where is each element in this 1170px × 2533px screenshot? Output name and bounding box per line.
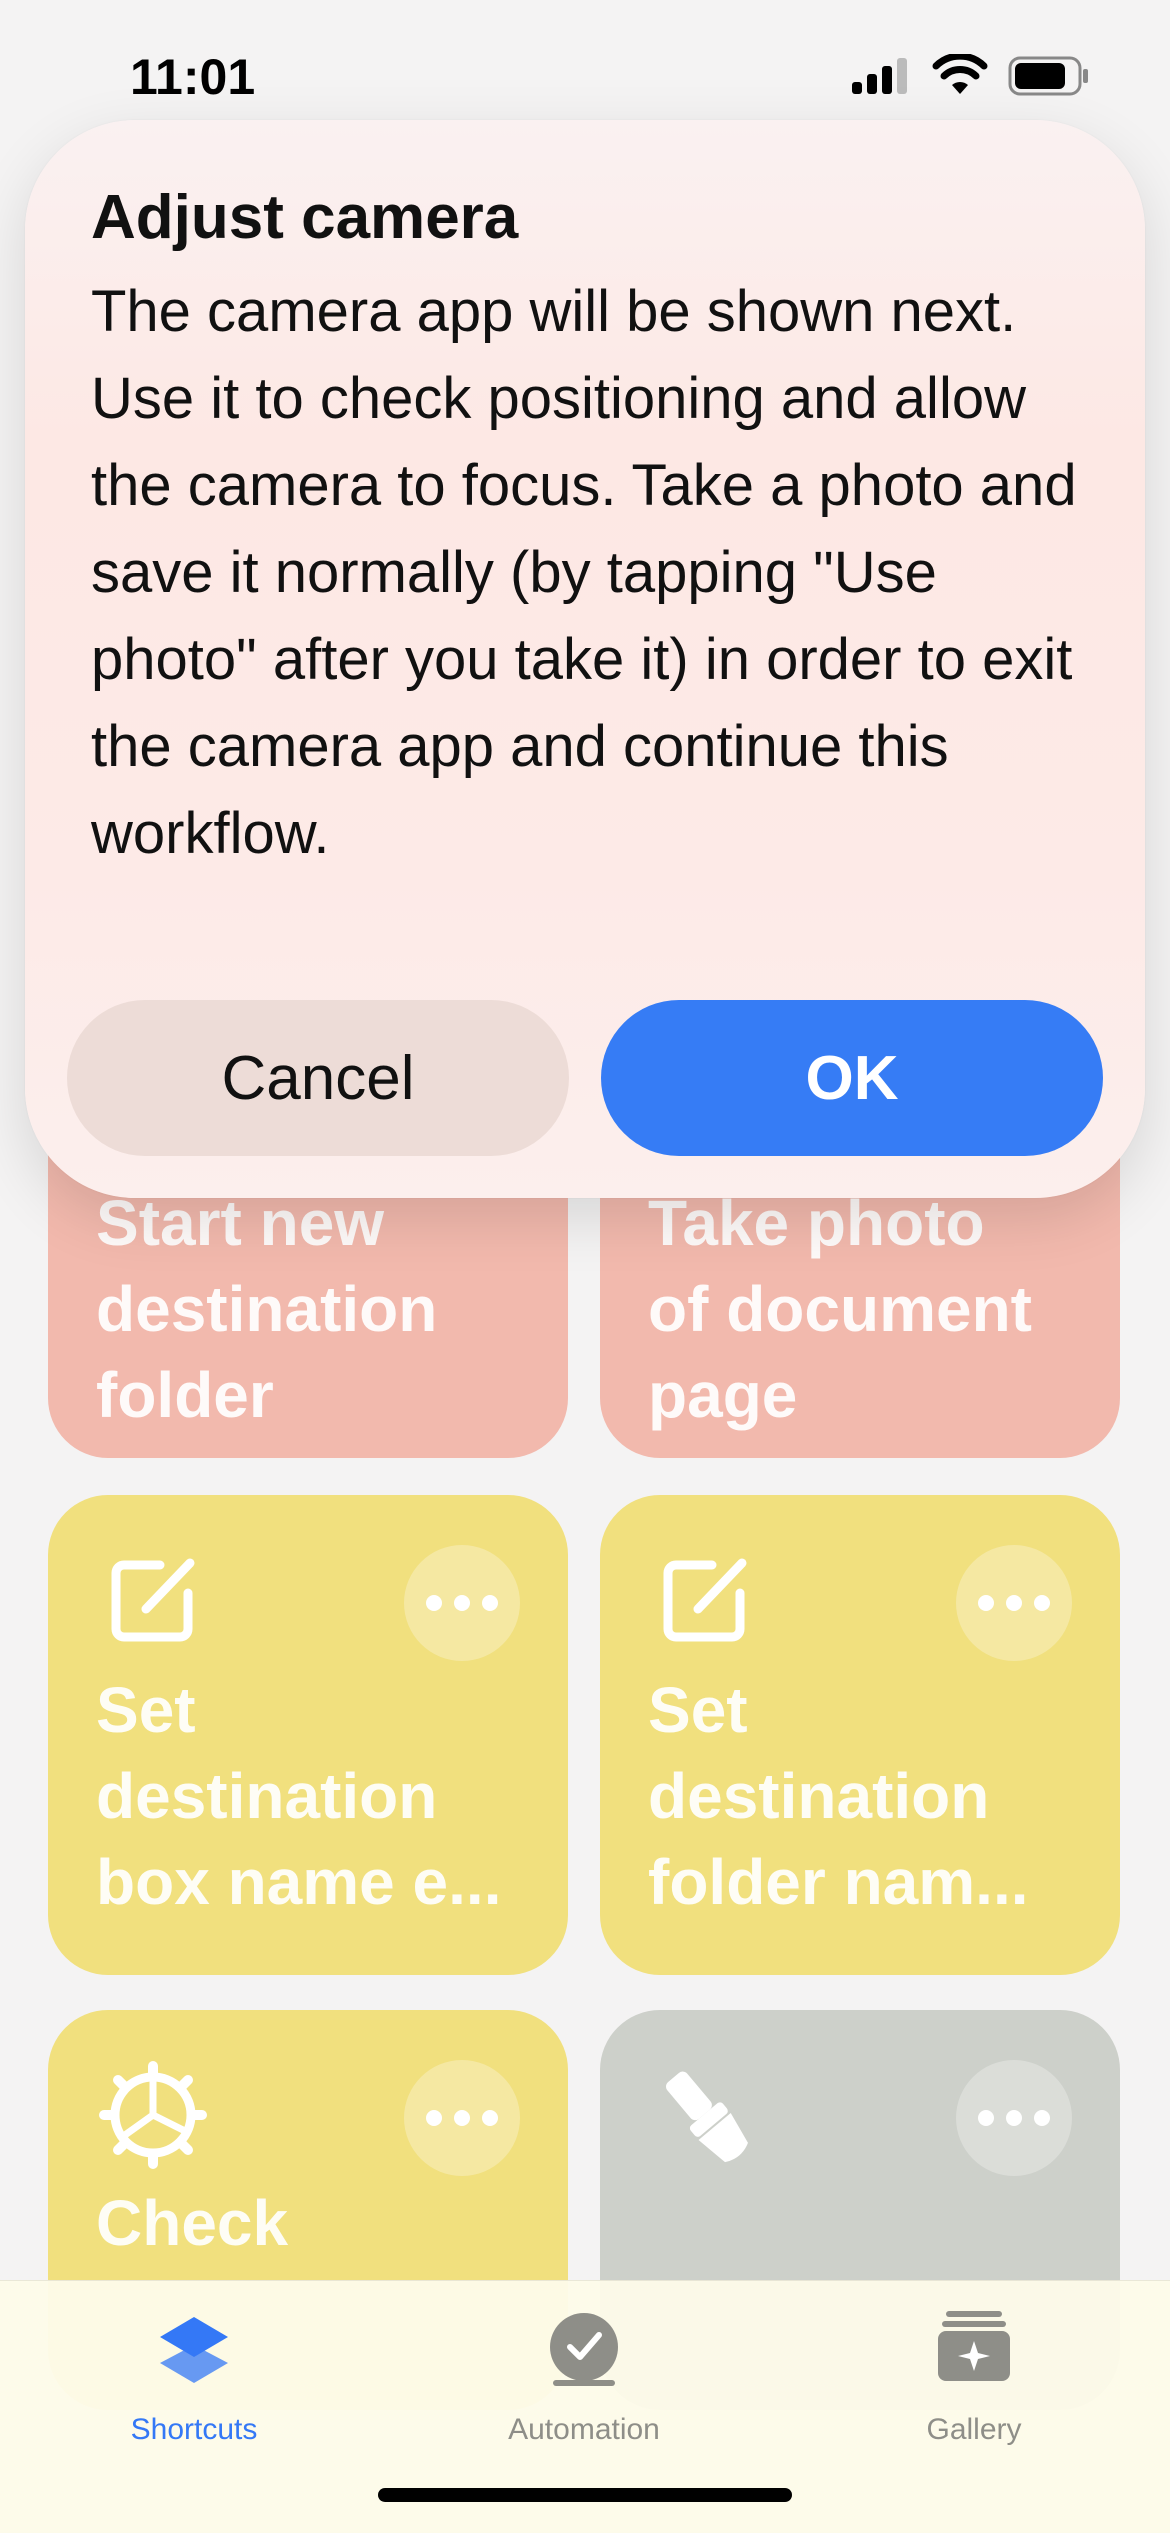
tab-label: Automation (508, 2413, 660, 2446)
gear-icon (99, 2061, 207, 2169)
shortcut-tile-title: Take photo of document page (648, 1187, 1032, 1431)
tab-automation[interactable]: Automation (434, 2303, 734, 2463)
sparkle-stack-icon (938, 2311, 1010, 2381)
shortcut-tile-title: Set destination folder nam... (648, 1674, 1029, 1918)
cancel-button[interactable]: Cancel (67, 1000, 569, 1156)
home-indicator (378, 2488, 792, 2502)
shortcut-tile-title: Start new destination folder (96, 1187, 438, 1431)
clock-check-icon (550, 2313, 618, 2386)
shortcut-tile-set-destination-folder-name[interactable]: Set destination folder nam... (600, 1495, 1120, 1975)
tab-label: Gallery (926, 2413, 1022, 2446)
square-pencil-icon (663, 1558, 747, 1642)
more-button[interactable] (956, 1545, 1072, 1661)
more-button[interactable] (956, 2060, 1072, 2176)
adjust-camera-dialog: Adjust camera The camera app will be sho… (25, 120, 1145, 1198)
more-button[interactable] (404, 2060, 520, 2176)
paintbrush-icon (665, 2071, 748, 2163)
dialog-message: The camera app will be shown next. Use i… (91, 279, 1077, 866)
ok-button[interactable]: OK (601, 1000, 1103, 1156)
shortcut-tile-title: Set destination box name e... (96, 1674, 502, 1918)
tab-label: Shortcuts (130, 2413, 258, 2446)
tab-shortcuts[interactable]: Shortcuts (44, 2303, 344, 2463)
shortcut-tile-title: Check (96, 2187, 289, 2259)
shortcut-tile-set-destination-box-name[interactable]: Set destination box name e... (48, 1495, 568, 1975)
dialog-title: Adjust camera (91, 183, 519, 252)
layers-icon (160, 2317, 228, 2383)
tab-gallery[interactable]: Gallery (824, 2303, 1124, 2463)
square-pencil-icon (111, 1558, 195, 1642)
more-button[interactable] (404, 1545, 520, 1661)
